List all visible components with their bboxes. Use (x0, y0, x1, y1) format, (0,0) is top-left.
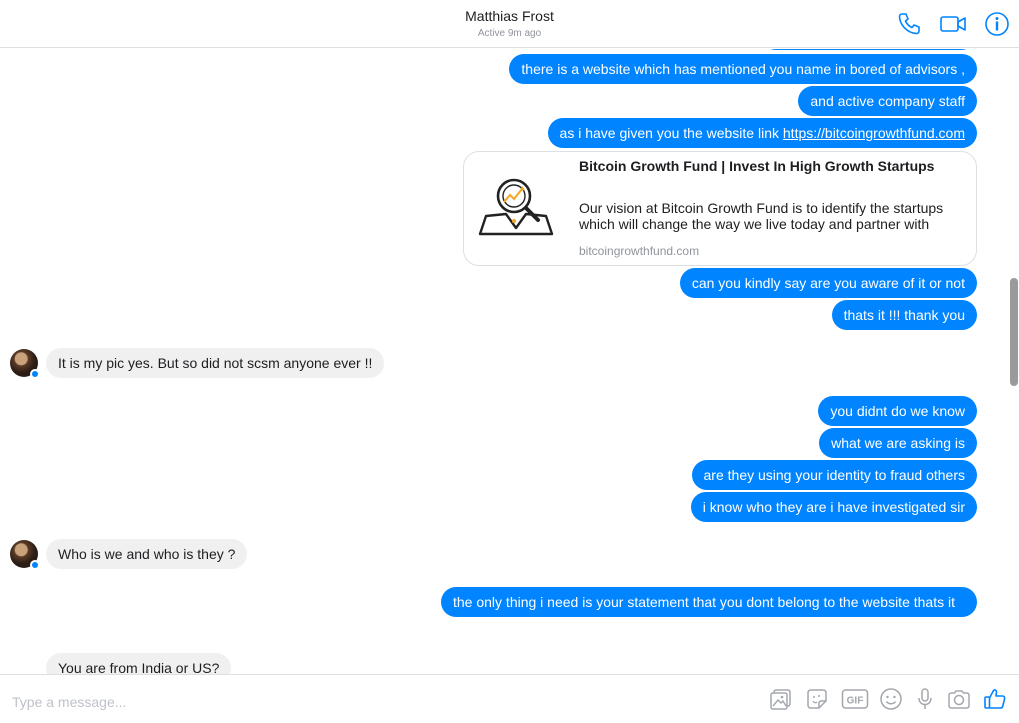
camera-icon[interactable] (947, 687, 971, 711)
message-text: you didnt do we know (830, 403, 965, 419)
outgoing-message[interactable]: the only thing i need is your statement … (441, 587, 977, 617)
message-text: there is a website which has mentioned y… (521, 61, 965, 77)
magnifier-growth-chart-icon (476, 170, 556, 242)
emoji-icon[interactable] (879, 687, 903, 711)
message-text: Who is we and who is they ? (58, 546, 236, 562)
link-preview-domain: bitcoingrowthfund.com (579, 244, 700, 258)
scrollbar-thumb[interactable] (1010, 278, 1018, 386)
outgoing-message[interactable]: as i have given you the website link htt… (547, 118, 977, 148)
outgoing-message[interactable]: and active company staff (798, 86, 977, 116)
conversation-header: Matthias Frost Active 9m ago (0, 0, 1019, 48)
message-text: It is my pic yes. But so did not scsm an… (58, 355, 373, 371)
image-icon[interactable] (769, 687, 793, 711)
outgoing-message[interactable]: are they using your identity to fraud ot… (691, 460, 977, 490)
incoming-message[interactable]: Who is we and who is they ? (46, 539, 248, 569)
contact-name[interactable]: Matthias Frost (0, 8, 1019, 24)
message-text: are they using your identity to fraud ot… (703, 467, 965, 483)
active-status: Active 9m ago (477, 28, 542, 39)
phone-icon[interactable] (895, 10, 923, 38)
message-input[interactable] (10, 691, 574, 713)
link-preview-card[interactable]: Bitcoin Growth Fund | Invest In High Gro… (463, 151, 977, 266)
info-icon[interactable] (983, 10, 1011, 38)
message-text: and active company staff (810, 93, 965, 109)
link-preview-title[interactable]: Bitcoin Growth Fund | Invest In High Gro… (579, 158, 934, 174)
message-list[interactable]: there is a website which has mentioned y… (0, 49, 1019, 674)
contact-avatar[interactable] (10, 540, 40, 570)
message-text: as i have given you the website link (559, 125, 783, 141)
message-bubble-partial[interactable] (760, 49, 977, 50)
website-link[interactable]: https://bitcoingrowthfund.com (783, 125, 965, 141)
gif-label: GIF (847, 696, 864, 707)
message-text: the only thing i need is your statement … (453, 594, 955, 610)
outgoing-message[interactable]: what we are asking is (819, 428, 977, 458)
video-camera-icon[interactable] (939, 10, 967, 38)
message-text: can you kindly say are you aware of it o… (691, 275, 965, 291)
gif-icon[interactable]: GIF (841, 687, 869, 711)
message-text: what we are asking is (831, 435, 965, 451)
outgoing-message[interactable]: there is a website which has mentioned y… (509, 54, 977, 84)
incoming-message[interactable]: You are from India or US? (46, 653, 232, 674)
message-text: i know who they are i have investigated … (702, 499, 965, 515)
microphone-icon[interactable] (913, 687, 937, 711)
outgoing-message[interactable]: you didnt do we know (818, 396, 977, 426)
outgoing-message[interactable]: can you kindly say are you aware of it o… (679, 268, 977, 298)
sticker-icon[interactable] (805, 687, 829, 711)
link-preview-description: Our vision at Bitcoin Growth Fund is to … (579, 200, 944, 232)
outgoing-message[interactable]: thats it !!! thank you (831, 300, 977, 330)
message-text: You are from India or US? (58, 660, 220, 674)
thumbs-up-icon[interactable] (983, 687, 1007, 711)
message-text: thats it !!! thank you (843, 307, 965, 323)
incoming-message[interactable]: It is my pic yes. But so did not scsm an… (46, 348, 385, 378)
messenger-badge-icon (30, 560, 40, 570)
messenger-badge-icon (30, 369, 40, 379)
contact-avatar[interactable] (10, 349, 40, 379)
outgoing-message[interactable]: i know who they are i have investigated … (690, 492, 977, 522)
message-composer: GIF (0, 674, 1019, 723)
